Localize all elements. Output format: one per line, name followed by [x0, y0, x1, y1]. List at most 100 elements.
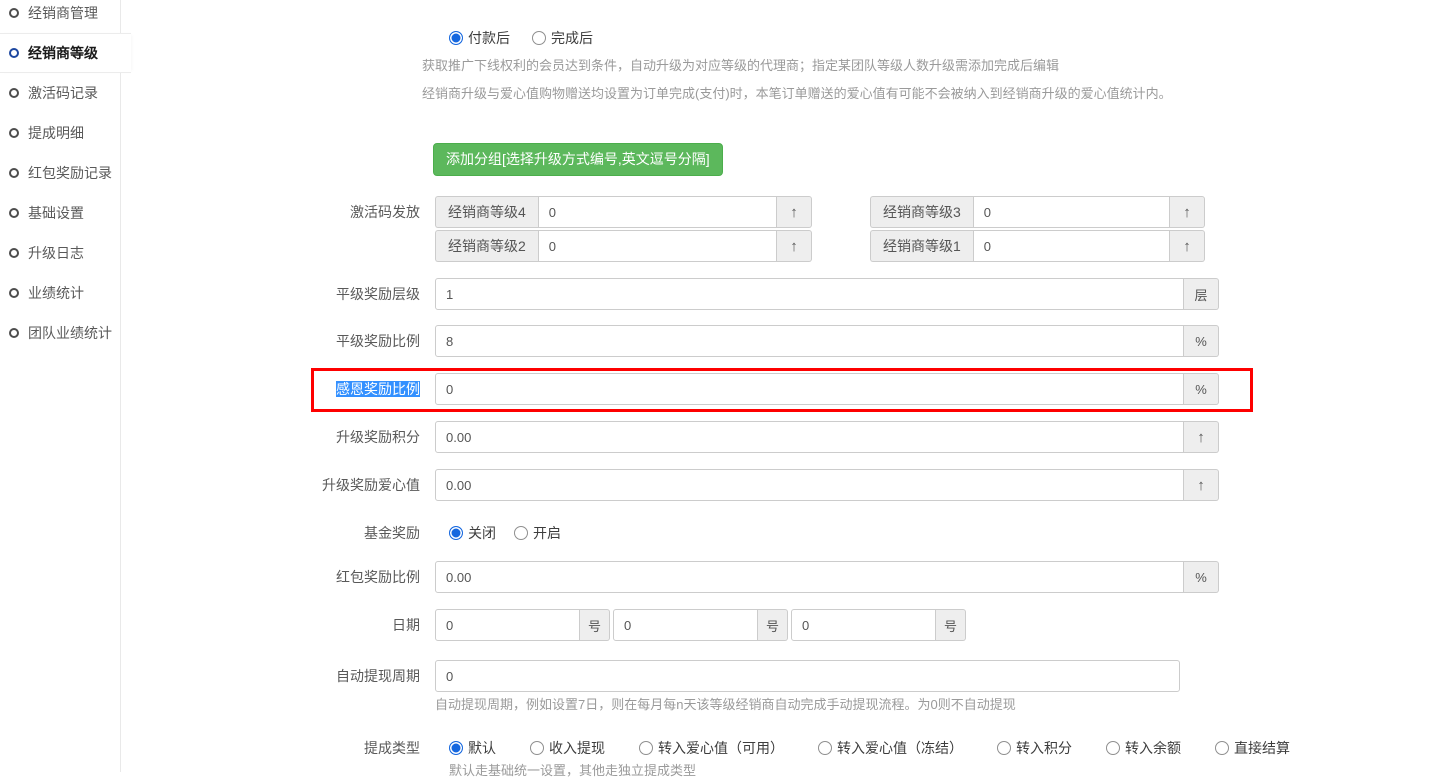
radio-label: 收入提现: [549, 738, 605, 758]
percent-unit-label: %: [1184, 561, 1219, 593]
date-input-2[interactable]: [613, 609, 758, 641]
radio-unchecked-icon[interactable]: [514, 526, 528, 540]
sidebar-item-label: 经销商管理: [28, 3, 98, 23]
sidebar-item-label: 提成明细: [28, 123, 84, 143]
redpacket-ratio-label: 红包奖励比例: [122, 561, 420, 593]
date-input-3[interactable]: [791, 609, 936, 641]
radio-commission-default[interactable]: 默认: [449, 738, 496, 758]
sidebar-item-activation-code-records[interactable]: 激活码记录: [0, 73, 121, 113]
sidebar-item-basic-settings[interactable]: 基础设置: [0, 193, 121, 233]
upgrade-points-label: 升级奖励积分: [122, 421, 420, 453]
commission-type-radio-group: 默认 收入提现 转入爱心值（可用） 转入爱心值（冻结） 转入积分 转入余额: [435, 738, 1290, 758]
activation-level3-input[interactable]: [973, 196, 1170, 228]
gratitude-ratio-label: 感恩奖励比例: [122, 373, 420, 405]
radio-unchecked-icon[interactable]: [997, 741, 1011, 755]
date-input-1[interactable]: [435, 609, 580, 641]
radio-unchecked-icon[interactable]: [530, 741, 544, 755]
peer-ratio-input[interactable]: [435, 325, 1184, 357]
radio-checked-icon[interactable]: [449, 31, 463, 45]
radio-checked-icon[interactable]: [449, 741, 463, 755]
radio-unchecked-icon[interactable]: [532, 31, 546, 45]
radio-fund-off[interactable]: 关闭: [449, 523, 496, 543]
upgrade-love-input[interactable]: [435, 469, 1184, 501]
level2-prefix-label: 经销商等级2: [435, 230, 538, 262]
peer-level-label: 平级奖励层级: [122, 278, 420, 310]
radio-fund-on[interactable]: 开启: [514, 523, 561, 543]
activation-level2-input[interactable]: [538, 230, 777, 262]
radio-unchecked-icon[interactable]: [1106, 741, 1120, 755]
fund-reward-radio-group: 关闭 开启: [435, 523, 561, 543]
date-label: 日期: [122, 609, 420, 641]
radio-unchecked-icon[interactable]: [818, 741, 832, 755]
radio-commission-points[interactable]: 转入积分: [997, 738, 1072, 758]
date-group-3: 号: [791, 609, 966, 641]
upgrade-love-group: ↑: [435, 469, 1219, 501]
up-arrow-icon[interactable]: ↑: [777, 196, 812, 228]
upgrade-help-line2: 经销商升级与爱心值购物赠送均设置为订单完成(支付)时，本笔订单赠送的爱心值有可能…: [422, 83, 1172, 102]
up-arrow-icon[interactable]: ↑: [1170, 196, 1205, 228]
up-arrow-icon[interactable]: ↑: [777, 230, 812, 262]
activation-level1-input[interactable]: [973, 230, 1170, 262]
radio-label: 直接结算: [1234, 738, 1290, 758]
peer-level-input[interactable]: [435, 278, 1184, 310]
percent-unit-label: %: [1184, 373, 1219, 405]
sidebar-item-team-performance-stats[interactable]: 团队业绩统计: [0, 313, 121, 353]
auto-withdraw-help: 自动提现周期，例如设置7日，则在每月每n天该等级经销商自动完成手动提现流程。为0…: [435, 694, 1016, 713]
circle-icon: [9, 288, 19, 298]
sidebar: 经销商管理 经销商等级 激活码记录 提成明细 红包奖励记录 基础设置 升级日志: [0, 0, 131, 772]
radio-label: 付款后: [468, 28, 510, 48]
selected-text-highlight: 感恩奖励比例: [336, 381, 420, 397]
dealer-level-form: 付款后 完成后 获取推广下线权利的会员达到条件，自动升级为对应等级的代理商；指定…: [122, 0, 1454, 772]
radio-checked-icon[interactable]: [449, 526, 463, 540]
auto-withdraw-input[interactable]: [435, 660, 1180, 692]
sidebar-item-dealer-level[interactable]: 经销商等级: [0, 33, 131, 73]
radio-commission-love-available[interactable]: 转入爱心值（可用）: [639, 738, 784, 758]
upgrade-timing-radio-group: 付款后 完成后: [435, 28, 593, 48]
up-arrow-icon[interactable]: ↑: [1184, 421, 1219, 453]
radio-after-completion[interactable]: 完成后: [532, 28, 593, 48]
circle-icon: [9, 88, 19, 98]
add-group-button[interactable]: 添加分组[选择升级方式编号,英文逗号分隔]: [433, 143, 723, 176]
sidebar-item-performance-stats[interactable]: 业绩统计: [0, 273, 121, 313]
upgrade-points-input[interactable]: [435, 421, 1184, 453]
activation-group-level4: 经销商等级4 ↑: [435, 196, 812, 228]
radio-unchecked-icon[interactable]: [639, 741, 653, 755]
redpacket-ratio-input[interactable]: [435, 561, 1184, 593]
up-arrow-icon[interactable]: ↑: [1170, 230, 1205, 262]
fund-reward-label: 基金奖励: [122, 523, 420, 543]
sidebar-item-label: 激活码记录: [28, 83, 98, 103]
circle-icon: [9, 168, 19, 178]
sidebar-item-label: 业绩统计: [28, 283, 84, 303]
radio-commission-direct-settle[interactable]: 直接结算: [1215, 738, 1290, 758]
upgrade-help-line1: 获取推广下线权利的会员达到条件，自动升级为对应等级的代理商；指定某团队等级人数升…: [422, 55, 1059, 74]
peer-ratio-group: %: [435, 325, 1219, 357]
sidebar-item-upgrade-log[interactable]: 升级日志: [0, 233, 121, 273]
radio-label: 转入余额: [1125, 738, 1181, 758]
activation-level4-input[interactable]: [538, 196, 777, 228]
sidebar-item-commission-details[interactable]: 提成明细: [0, 113, 121, 153]
auto-withdraw-group: [435, 660, 1180, 692]
circle-icon: [9, 248, 19, 258]
radio-commission-income-withdraw[interactable]: 收入提现: [530, 738, 605, 758]
upgrade-love-label: 升级奖励爱心值: [122, 469, 420, 501]
level3-prefix-label: 经销商等级3: [870, 196, 973, 228]
radio-label: 开启: [533, 523, 561, 543]
sidebar-item-label: 基础设置: [28, 203, 84, 223]
radio-commission-love-frozen[interactable]: 转入爱心值（冻结）: [818, 738, 963, 758]
gratitude-ratio-input[interactable]: [435, 373, 1184, 405]
activation-group-level2: 经销商等级2 ↑: [435, 230, 812, 262]
radio-after-payment[interactable]: 付款后: [449, 28, 510, 48]
radio-unchecked-icon[interactable]: [1215, 741, 1229, 755]
up-arrow-icon[interactable]: ↑: [1184, 469, 1219, 501]
gratitude-ratio-group: %: [435, 373, 1219, 405]
sidebar-item-label: 经销商等级: [28, 43, 98, 63]
sidebar-item-label: 团队业绩统计: [28, 323, 112, 343]
commission-type-label: 提成类型: [122, 738, 420, 758]
day-unit-label: 号: [936, 609, 966, 641]
activation-group-level1: 经销商等级1 ↑: [870, 230, 1205, 262]
sidebar-item-dealer-management[interactable]: 经销商管理: [0, 0, 121, 33]
sidebar-item-redpacket-records[interactable]: 红包奖励记录: [0, 153, 121, 193]
radio-label: 转入爱心值（冻结）: [837, 738, 963, 758]
radio-commission-balance[interactable]: 转入余额: [1106, 738, 1181, 758]
level4-prefix-label: 经销商等级4: [435, 196, 538, 228]
